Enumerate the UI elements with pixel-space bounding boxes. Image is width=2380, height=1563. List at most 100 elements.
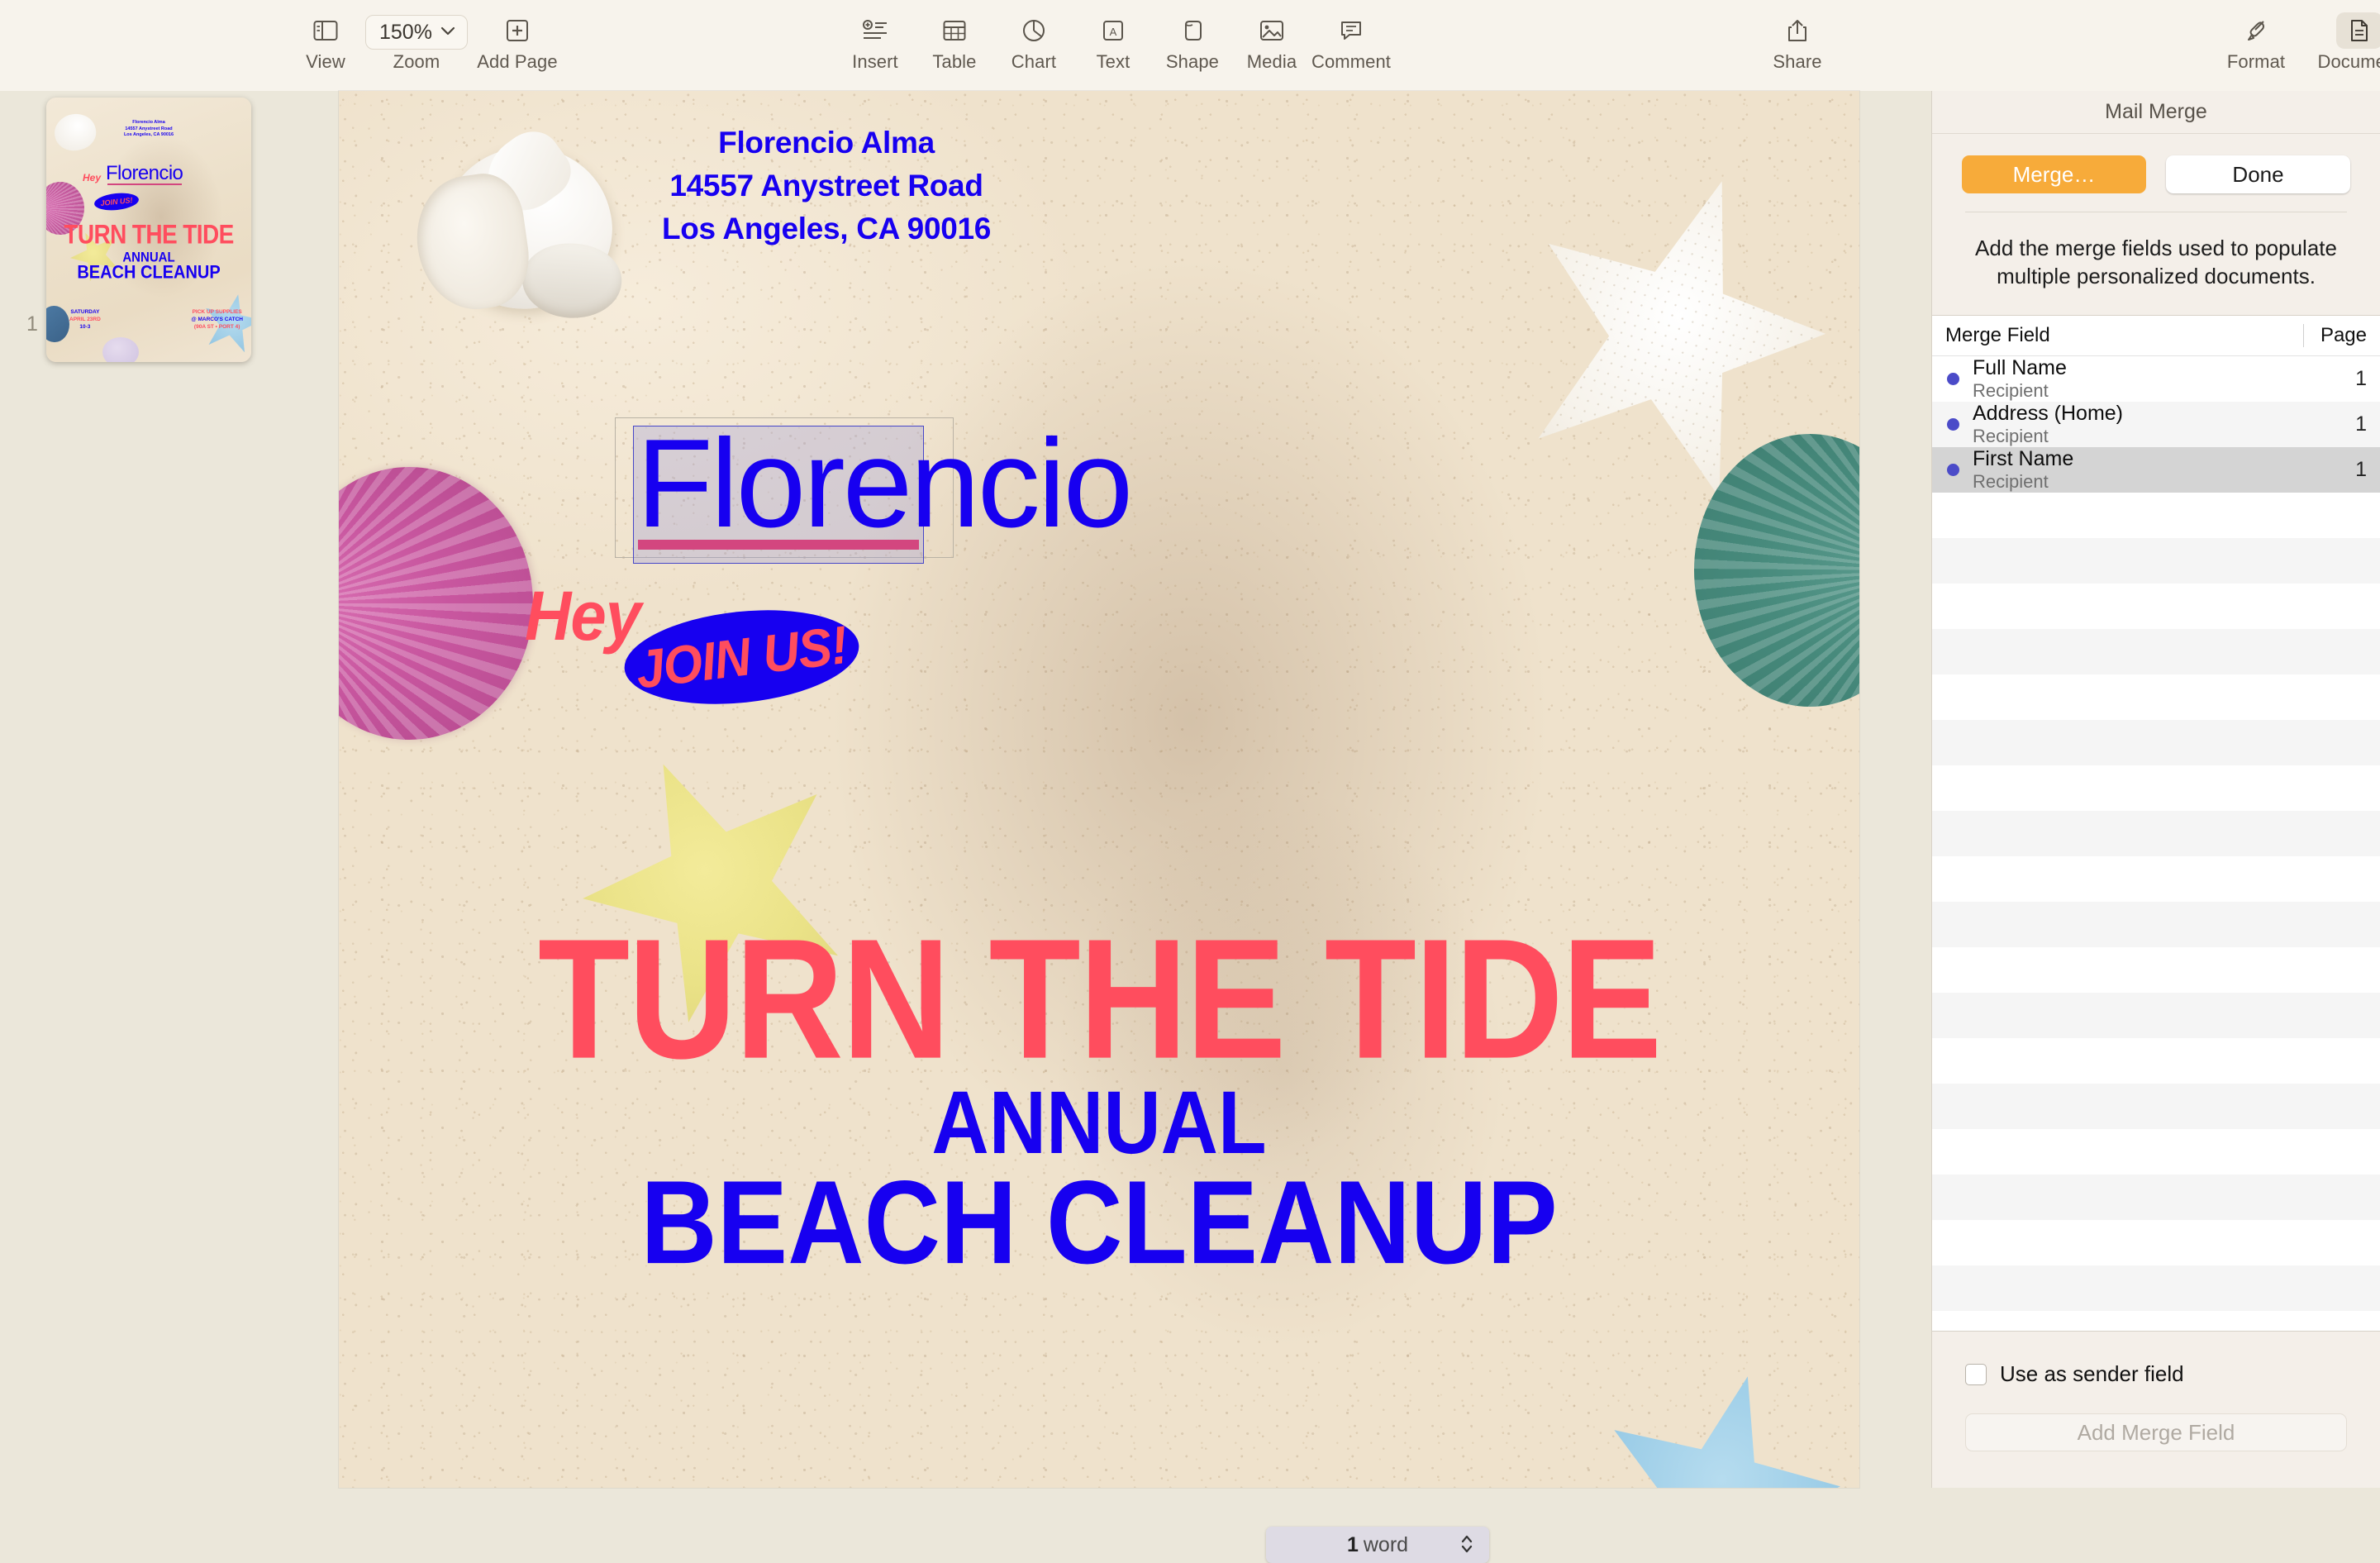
inspector-title: Mail Merge: [1932, 91, 2380, 134]
address-block[interactable]: Florencio Alma 14557 Anystreet Road Los …: [632, 122, 1021, 250]
merge-field-page: 1: [2355, 458, 2367, 481]
text-label: Text: [1096, 51, 1130, 72]
zoom-control[interactable]: 150% Zoom: [365, 0, 468, 73]
thumbnail-pickup-1: PICK UP SUPPLIES: [192, 309, 242, 315]
add-page-icon: [506, 12, 529, 50]
paintbrush-icon: [2244, 12, 2268, 50]
chevron-down-icon: [440, 25, 455, 40]
table-row[interactable]: Address (Home) Recipient 1: [1932, 402, 2380, 447]
document-button[interactable]: Document: [2301, 0, 2380, 73]
table-empty-row: [1932, 1265, 2380, 1311]
page-thumbnail-pane: 1 Florencio Alma 14557 Anystreet Road Lo…: [0, 91, 266, 1488]
subheadline-beach-cleanup[interactable]: BEACH CLEANUP: [339, 1158, 1859, 1289]
word-count-stepper-icon[interactable]: [1459, 1533, 1474, 1555]
table-empty-row: [1932, 493, 2380, 538]
thumbnail-join-label: JOIN US!: [100, 195, 133, 208]
zoom-label: Zoom: [393, 51, 440, 72]
merge-field-name: Address (Home): [1973, 402, 2123, 425]
comment-icon: [1340, 12, 1363, 50]
merge-field-source: Recipient: [1973, 380, 2049, 401]
table-empty-row: [1932, 1175, 2380, 1220]
table-empty-row: [1932, 1129, 2380, 1175]
view-button[interactable]: View: [286, 0, 365, 73]
table-row[interactable]: Full Name Recipient 1: [1932, 356, 2380, 402]
headline-turn-the-tide[interactable]: TURN THE TIDE: [339, 914, 1859, 1084]
inspector-actions: Merge… Done: [1932, 134, 2380, 212]
column-header-page: Page: [2320, 324, 2367, 346]
thumbnail-page-1[interactable]: Florencio Alma 14557 Anystreet Road Los …: [46, 98, 251, 362]
share-button[interactable]: Share: [1748, 0, 1847, 73]
table-label: Table: [932, 51, 977, 72]
shape-icon: [1182, 12, 1203, 50]
media-label: Media: [1246, 51, 1297, 72]
media-icon: [1259, 12, 1284, 50]
merge-field-source: Recipient: [1973, 426, 2049, 446]
table-button[interactable]: Table: [915, 0, 994, 73]
thumbnail-details-left: SATURDAY APRIL 23RD 10-3: [69, 308, 101, 331]
app-toolbar: View 150% Zoom Add Page Insert Table Cha…: [0, 0, 2380, 91]
name-underline-bar: [638, 540, 919, 550]
use-as-sender-field-checkbox[interactable]: [1965, 1363, 1987, 1385]
merge-field-table-header: Merge Field Page: [1932, 315, 2380, 356]
chart-button[interactable]: Chart: [994, 0, 1073, 73]
thumbnail-hey: Hey: [83, 172, 102, 183]
merge-field-name: Full Name: [1973, 356, 2067, 379]
add-merge-field-button[interactable]: Add Merge Field: [1965, 1413, 2347, 1451]
insert-button[interactable]: Insert: [835, 0, 915, 73]
thumbnail-pickup-3: (90A ST • PORT 4): [193, 324, 240, 330]
thumbnail-merge-name: Florencio: [106, 162, 183, 184]
table-empty-row: [1932, 993, 2380, 1038]
insert-label: Insert: [852, 51, 898, 72]
document-page-1[interactable]: Florencio Alma 14557 Anystreet Road Los …: [339, 91, 1859, 1488]
word-count-label: word: [1363, 1532, 1409, 1556]
comment-button[interactable]: Comment: [1311, 0, 1391, 73]
merge-field-name: First Name: [1973, 447, 2074, 470]
merge-field-address-line-3[interactable]: Los Angeles, CA 90016: [649, 207, 1004, 250]
merge-field-source: Recipient: [1973, 471, 2049, 492]
add-page-button[interactable]: Add Page: [468, 0, 567, 73]
thumbnail-detail-time: 10-3: [79, 324, 91, 330]
table-row[interactable]: First Name Recipient 1: [1932, 447, 2380, 493]
table-empty-row: [1932, 947, 2380, 993]
merge-field-first-name[interactable]: Florencio: [636, 409, 1133, 558]
shape-button[interactable]: Shape: [1153, 0, 1232, 73]
merge-field-full-name[interactable]: Florencio Alma: [711, 122, 942, 164]
media-button[interactable]: Media: [1232, 0, 1311, 73]
document-label: Document: [2317, 51, 2380, 72]
merge-field-table-body: Full Name Recipient 1 Address (Home) Rec…: [1932, 356, 2380, 1402]
thumbnail-address-line1: Florencio Alma: [132, 120, 165, 125]
thumbnail-subhead2: BEACH CLEANUP: [77, 262, 221, 284]
thumbnail-name-underline: [107, 183, 182, 185]
format-button[interactable]: Format: [2211, 0, 2301, 73]
thumbnail-address: Florencio Alma 14557 Anystreet Road Los …: [46, 120, 251, 139]
zoom-value: 150%: [379, 20, 432, 44]
view-label: View: [306, 51, 345, 72]
merge-button[interactable]: Merge…: [1962, 155, 2146, 193]
thumbnail-headline: TURN THE TIDE: [64, 219, 234, 250]
merge-field-page: 1: [2355, 412, 2367, 436]
thumbnail-details-right: PICK UP SUPPLIES @ MARCO'S CATCH (90A ST…: [191, 308, 243, 331]
table-empty-row: [1932, 765, 2380, 811]
zoom-dropdown[interactable]: 150%: [365, 15, 468, 50]
merge-field-dot-icon: [1947, 418, 1959, 431]
address-line-1: Florencio Alma: [718, 126, 935, 160]
merge-field-dot-icon: [1947, 464, 1959, 476]
greeting-hey[interactable]: Hey: [525, 575, 641, 656]
thumbnail-shell-lavender: [102, 337, 139, 362]
starfish-blue: [1595, 1368, 1843, 1488]
merge-field-page: 1: [2355, 367, 2367, 390]
merge-field-address-line-2[interactable]: 14557 Anystreet Road: [657, 164, 996, 207]
document-canvas[interactable]: Florencio Alma 14557 Anystreet Road Los …: [266, 91, 1931, 1563]
address-line-2: 14557 Anystreet Road: [669, 169, 983, 203]
thumbnail-page-number: 1: [26, 312, 38, 336]
format-label: Format: [2226, 51, 2286, 72]
use-as-sender-field-row[interactable]: Use as sender field: [1965, 1361, 2347, 1387]
thumbnail-item[interactable]: 1 Florencio Alma 14557 Anystreet Road Lo…: [18, 98, 251, 388]
toolbar-center-group: Insert Table Chart A Text Shape Media Co…: [835, 0, 1391, 73]
shape-label: Shape: [1165, 51, 1220, 72]
text-button[interactable]: A Text: [1073, 0, 1153, 73]
thumbnail-address-line3: Los Angeles, CA 90016: [123, 132, 174, 138]
done-button[interactable]: Done: [2166, 155, 2350, 193]
merge-field-dot-icon: [1947, 373, 1959, 385]
word-count-badge[interactable]: 1 word: [1266, 1527, 1489, 1563]
